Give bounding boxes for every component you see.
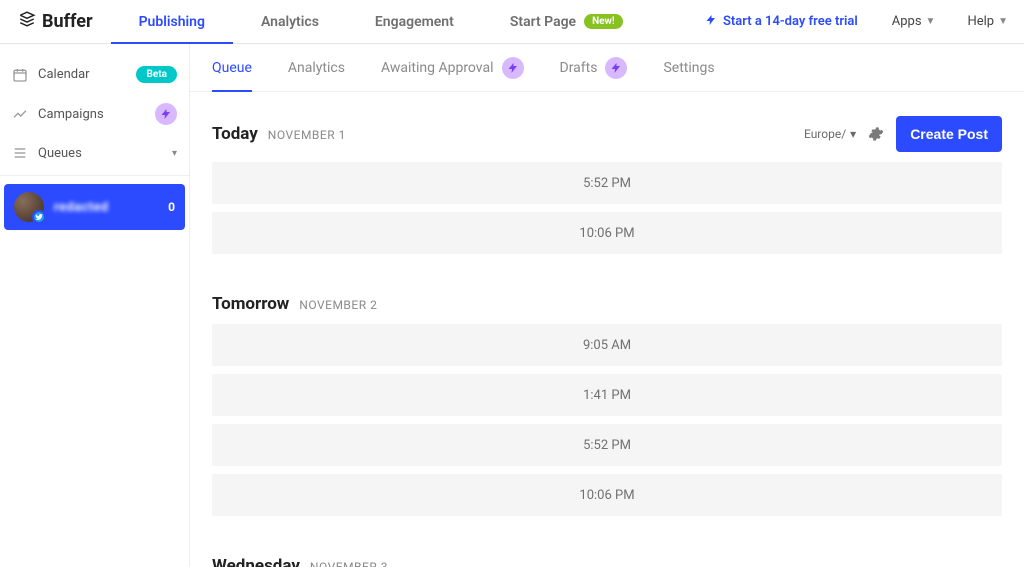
subtab-analytics[interactable]: Analytics	[288, 44, 345, 91]
account-handle: redacted	[54, 200, 158, 215]
sidebar-item-label: Campaigns	[38, 107, 104, 122]
subtab-queue[interactable]: Queue	[212, 44, 252, 91]
sidebar-item-campaigns[interactable]: Campaigns	[0, 93, 189, 135]
campaigns-icon	[12, 106, 28, 122]
subtab-label: Settings	[663, 60, 714, 76]
buffer-logo-icon	[18, 10, 36, 33]
nav-tab-label: Analytics	[261, 14, 319, 30]
day-title: Tomorrow	[212, 294, 289, 314]
sidebar-item-label: Queues	[38, 146, 82, 161]
day-header: Wednesday NOVEMBER 3	[212, 556, 1002, 567]
time-slot[interactable]: 5:52 PM	[212, 424, 1002, 466]
day-title: Today	[212, 124, 258, 144]
start-trial-link[interactable]: Start a 14-day free trial	[687, 14, 876, 30]
avatar	[14, 192, 44, 222]
time-slot[interactable]: 5:52 PM	[212, 162, 1002, 204]
new-badge: New!	[584, 14, 623, 29]
time-slot[interactable]: 9:05 AM	[212, 324, 1002, 366]
calendar-icon	[12, 67, 28, 83]
bolt-icon	[705, 14, 717, 30]
subtab-label: Queue	[212, 60, 252, 76]
queues-icon	[12, 145, 28, 161]
day-date: NOVEMBER 2	[299, 298, 377, 312]
brand-logo[interactable]: Buffer	[0, 10, 111, 33]
chevron-down-icon: ▾	[850, 127, 856, 141]
create-post-button[interactable]: Create Post	[896, 116, 1002, 152]
nav-tab-label: Engagement	[375, 14, 454, 30]
nav-tab-start-page[interactable]: Start Page New!	[482, 0, 651, 43]
subtab-settings[interactable]: Settings	[663, 44, 714, 91]
nav-tabs: Publishing Analytics Engagement Start Page N…	[111, 0, 651, 43]
top-nav: Buffer Publishing Analytics Engagement Star…	[0, 0, 1024, 44]
day-date: NOVEMBER 3	[310, 560, 388, 567]
timezone-selector[interactable]: Europe/ ▾	[804, 127, 856, 141]
chevron-down-icon: ▼	[998, 16, 1008, 27]
sidebar-item-label: Calendar	[38, 67, 90, 82]
subtab-label: Drafts	[560, 60, 598, 76]
bolt-badge	[155, 103, 177, 125]
main-panel: Queue Analytics Awaiting Approval Drafts Set…	[190, 44, 1024, 567]
day-header: Today NOVEMBER 1 Europe/ ▾ Create Post	[212, 116, 1002, 152]
trial-label: Start a 14-day free trial	[723, 14, 858, 29]
sidebar: Calendar Beta Campaigns Queues ▾ redacted 0	[0, 44, 190, 567]
bolt-badge	[502, 57, 524, 79]
time-slot[interactable]: 1:41 PM	[212, 374, 1002, 416]
sidebar-item-queues[interactable]: Queues ▾	[0, 135, 189, 171]
nav-tab-publishing[interactable]: Publishing	[111, 0, 233, 43]
time-slot[interactable]: 10:06 PM	[212, 474, 1002, 516]
nav-tab-analytics[interactable]: Analytics	[233, 0, 347, 43]
subtabs: Queue Analytics Awaiting Approval Drafts Set…	[190, 44, 1024, 92]
twitter-icon	[32, 210, 46, 224]
apps-menu[interactable]: Apps ▼	[876, 14, 952, 29]
chevron-down-icon: ▾	[172, 148, 177, 159]
nav-tab-label: Publishing	[139, 14, 205, 30]
day-header: Tomorrow NOVEMBER 2	[212, 294, 1002, 314]
day-title: Wednesday	[212, 556, 300, 567]
gear-icon[interactable]	[868, 126, 884, 142]
apps-label: Apps	[892, 14, 922, 29]
sidebar-item-calendar[interactable]: Calendar Beta	[0, 56, 189, 93]
nav-tab-engagement[interactable]: Engagement	[347, 0, 482, 43]
day-header-actions: Europe/ ▾ Create Post	[804, 116, 1002, 152]
help-label: Help	[967, 14, 994, 29]
bolt-badge	[605, 57, 627, 79]
queue-count: 0	[168, 200, 175, 214]
nav-tab-label: Start Page	[510, 14, 576, 30]
subtab-awaiting-approval[interactable]: Awaiting Approval	[381, 44, 524, 91]
subtab-label: Analytics	[288, 60, 345, 76]
subtab-label: Awaiting Approval	[381, 60, 494, 76]
queue-content: Today NOVEMBER 1 Europe/ ▾ Create Post 5:52 P…	[190, 92, 1024, 567]
divider	[0, 175, 189, 176]
timezone-label: Europe/	[804, 127, 846, 141]
chevron-down-icon: ▼	[926, 16, 936, 27]
beta-badge: Beta	[136, 66, 177, 83]
section-gap	[212, 524, 1002, 550]
section-gap	[212, 262, 1002, 288]
time-slot[interactable]: 10:06 PM	[212, 212, 1002, 254]
day-date: NOVEMBER 1	[268, 128, 346, 142]
brand-name: Buffer	[42, 11, 93, 32]
subtab-drafts[interactable]: Drafts	[560, 44, 628, 91]
account-card[interactable]: redacted 0	[4, 184, 185, 230]
help-menu[interactable]: Help ▼	[951, 14, 1024, 29]
